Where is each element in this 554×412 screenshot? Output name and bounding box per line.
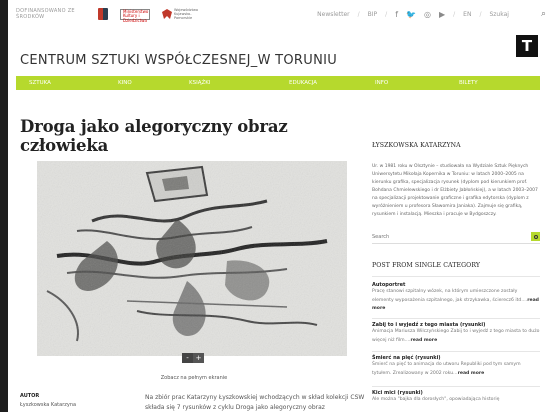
search-link[interactable]: Szukaj bbox=[489, 11, 508, 18]
city-shield-logo[interactable] bbox=[98, 8, 108, 20]
cofinance-label: DOFINANSOWANO ZE ŚRODKÓW bbox=[16, 8, 75, 20]
newsletter-link[interactable]: Newsletter bbox=[317, 11, 349, 18]
view-fullscreen-link[interactable]: Zobacz na pełnym ekranie bbox=[142, 375, 246, 381]
zoom-out-button[interactable]: - bbox=[182, 353, 193, 363]
twitter-icon[interactable]: 🐦 bbox=[406, 10, 416, 19]
bip-link[interactable]: BIP bbox=[368, 11, 378, 18]
zoom-in-button[interactable]: + bbox=[193, 353, 204, 363]
post-item: Śmierć na pięć (rysunki) Śmierć na pięć … bbox=[372, 355, 540, 378]
artwork-image[interactable] bbox=[37, 161, 347, 356]
post-desc: Animacja Mariusza Wilczyńskiego Zabij to… bbox=[372, 329, 540, 343]
author-label: AUTOR bbox=[20, 393, 40, 399]
divider bbox=[372, 276, 540, 277]
lang-en-link[interactable]: EN bbox=[463, 11, 471, 18]
divider bbox=[372, 386, 540, 387]
left-dark-strip bbox=[0, 0, 8, 412]
read-more-link[interactable]: read more bbox=[411, 338, 438, 343]
posts-heading: POST FROM SINGLE CATEGORY bbox=[372, 262, 481, 269]
separator: / bbox=[385, 10, 388, 18]
youtube-icon[interactable]: ▶ bbox=[439, 10, 445, 19]
menu-item-info[interactable]: INFO bbox=[362, 76, 446, 90]
top-nav: Newsletter / BIP / f 🐦 ◎ ▶ / EN / Szukaj… bbox=[317, 9, 546, 19]
zoom-controls: - + bbox=[182, 353, 204, 363]
search-icon[interactable]: ⌕ bbox=[541, 9, 546, 19]
post-item: Kici mici (rysunki) Ale można "bajka dla… bbox=[372, 390, 540, 405]
search-button[interactable] bbox=[531, 232, 540, 241]
ministry-logo[interactable]: Ministerstwo Kultury i Dziedzictwa bbox=[120, 8, 150, 22]
separator: / bbox=[479, 10, 482, 18]
author-name-link[interactable]: Łyszkowska Katarzyna bbox=[20, 402, 76, 408]
instagram-icon[interactable]: ◎ bbox=[424, 10, 431, 19]
search-icon bbox=[533, 234, 538, 239]
main-menu: SZTUKA KINO KSIĄŻKI EDUKACJA INFO BILETY bbox=[16, 76, 540, 90]
sidebar-author-heading: ŁYSZKOWSKA KATARZYNA bbox=[372, 142, 461, 149]
post-desc: Pracę stanowi szpitalny wózek, na którym… bbox=[372, 289, 528, 303]
separator: / bbox=[357, 10, 360, 18]
top-bar: DOFINANSOWANO ZE ŚRODKÓW Ministerstwo Ku… bbox=[16, 6, 546, 22]
sidebar-bio: Ur. w 1981 roku w Olsztynie – studiowała… bbox=[372, 164, 538, 217]
menu-item-edukacja[interactable]: EDUKACJA bbox=[276, 76, 362, 90]
csw-logo-icon[interactable]: T bbox=[516, 35, 538, 57]
region-logo-text: Województwo Kujawsko-Pomorskie bbox=[174, 8, 198, 20]
divider bbox=[372, 351, 540, 352]
sidebar-search bbox=[372, 230, 540, 244]
region-logo[interactable]: Województwo Kujawsko-Pomorskie bbox=[162, 8, 204, 20]
article-title: Droga jako alegoryczny obraz człowieka bbox=[20, 117, 288, 155]
separator: / bbox=[453, 10, 456, 18]
post-item: Zabij to i wyjedź z tego miasta (rysunki… bbox=[372, 322, 540, 345]
divider bbox=[372, 318, 540, 319]
menu-item-bilety[interactable]: BILETY bbox=[446, 76, 536, 90]
post-desc: Śmierć na pięć to animacja do utworu Rep… bbox=[372, 362, 521, 376]
menu-item-ksiazki[interactable]: KSIĄŻKI bbox=[176, 76, 276, 90]
article-body: Na zbiór prac Katarzyny Łyszkowskiej wch… bbox=[145, 394, 365, 411]
read-more-link[interactable]: read more bbox=[458, 371, 485, 376]
menu-item-kino[interactable]: KINO bbox=[105, 76, 176, 90]
post-desc: Ale można "bajka dla dorosłych", opowiad… bbox=[372, 397, 500, 402]
site-title[interactable]: CENTRUM SZTUKI WSPÓŁCZESNEJ_W TORUNIU bbox=[20, 53, 337, 68]
search-input[interactable] bbox=[372, 233, 522, 240]
artwork-drawing bbox=[37, 161, 347, 356]
eagle-icon bbox=[162, 9, 172, 19]
menu-item-sztuka[interactable]: SZTUKA bbox=[16, 76, 105, 90]
facebook-icon[interactable]: f bbox=[395, 10, 398, 19]
post-item: Autoportret Pracę stanowi szpitalny wóze… bbox=[372, 282, 540, 314]
